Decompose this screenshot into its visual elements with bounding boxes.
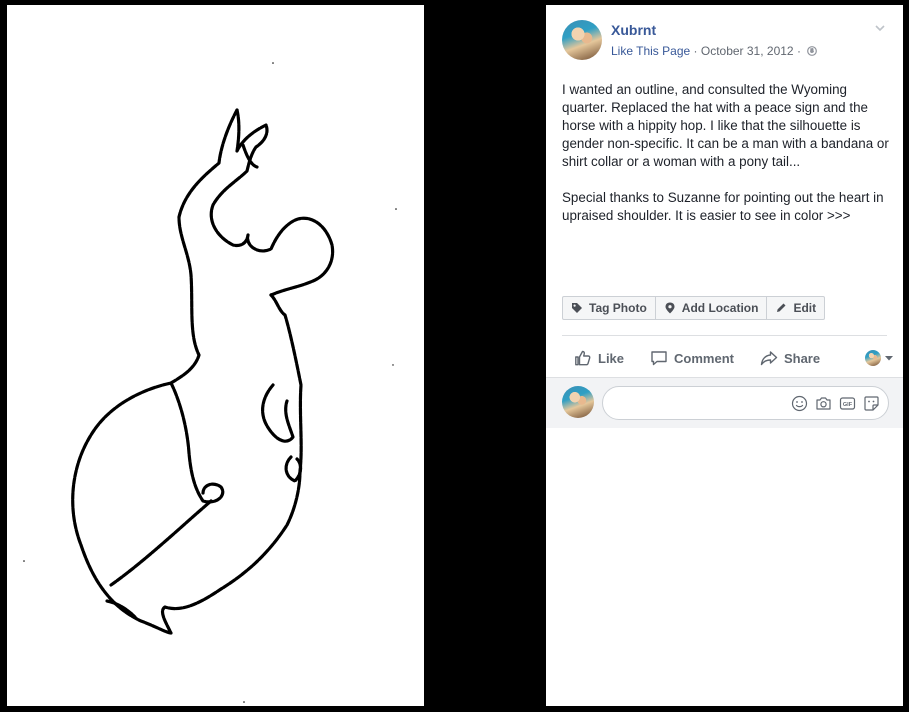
- like-label: Like: [598, 350, 625, 366]
- pencil-icon: [777, 303, 786, 312]
- post-body: I wanted an outline, and consulted the W…: [562, 81, 894, 243]
- add-location-label: Add Location: [681, 301, 759, 315]
- share-label: Share: [783, 350, 821, 366]
- tag-photo-button[interactable]: Tag Photo: [563, 297, 656, 319]
- comment-bubble-icon: [651, 351, 667, 366]
- share-button[interactable]: Share: [760, 349, 820, 367]
- comment-composer: GIF: [546, 377, 903, 428]
- tag-photo-label: Tag Photo: [589, 301, 647, 315]
- post-meta: Like This Page · October 31, 2012 ·: [611, 44, 818, 58]
- gif-icon[interactable]: GIF: [839, 395, 856, 412]
- page-name-link[interactable]: Xubrnt: [611, 22, 656, 38]
- photo-viewer[interactable]: [7, 5, 424, 706]
- comment-box[interactable]: GIF: [602, 386, 889, 420]
- comment-button[interactable]: Comment: [650, 349, 734, 367]
- thumbs-up-icon: [575, 350, 591, 366]
- photo-action-group: Tag Photo Add Location Edit: [562, 296, 826, 320]
- edit-button[interactable]: Edit: [767, 297, 824, 319]
- divider: [562, 335, 887, 336]
- emoji-icon[interactable]: [791, 395, 808, 412]
- like-page-link[interactable]: Like This Page: [611, 44, 690, 58]
- post-paragraph: Special thanks to Suzanne for pointing o…: [562, 190, 884, 223]
- meta-separator-2: ·: [796, 44, 801, 58]
- commenter-avatar: [562, 386, 594, 418]
- chevron-down-icon[interactable]: [873, 21, 887, 35]
- caret-down-icon: [885, 356, 893, 361]
- svg-text:GIF: GIF: [843, 402, 853, 408]
- location-pin-icon: [665, 302, 675, 314]
- like-button[interactable]: Like: [574, 349, 624, 367]
- share-arrow-icon: [760, 351, 778, 366]
- sketch-drawing: [23, 62, 397, 703]
- tag-icon: [572, 303, 582, 313]
- sticker-icon[interactable]: [863, 395, 880, 412]
- comment-icon-group: GIF: [784, 395, 880, 412]
- globe-icon[interactable]: [807, 46, 818, 56]
- add-location-button[interactable]: Add Location: [656, 297, 768, 319]
- post-paragraph: I wanted an outline, and consulted the W…: [562, 82, 889, 169]
- post-panel: Xubrnt Like This Page · October 31, 2012…: [546, 5, 903, 706]
- meta-separator: ·: [693, 44, 698, 58]
- audience-avatar: [865, 350, 881, 366]
- camera-icon[interactable]: [815, 395, 832, 412]
- post-date[interactable]: October 31, 2012: [701, 44, 794, 58]
- comment-label: Comment: [674, 350, 734, 366]
- reaction-bar: Like Comment Share: [562, 344, 893, 372]
- page-avatar[interactable]: [562, 20, 602, 60]
- reaction-audience-selector[interactable]: [865, 350, 893, 366]
- comment-input[interactable]: [615, 395, 775, 410]
- edit-label: Edit: [793, 301, 817, 315]
